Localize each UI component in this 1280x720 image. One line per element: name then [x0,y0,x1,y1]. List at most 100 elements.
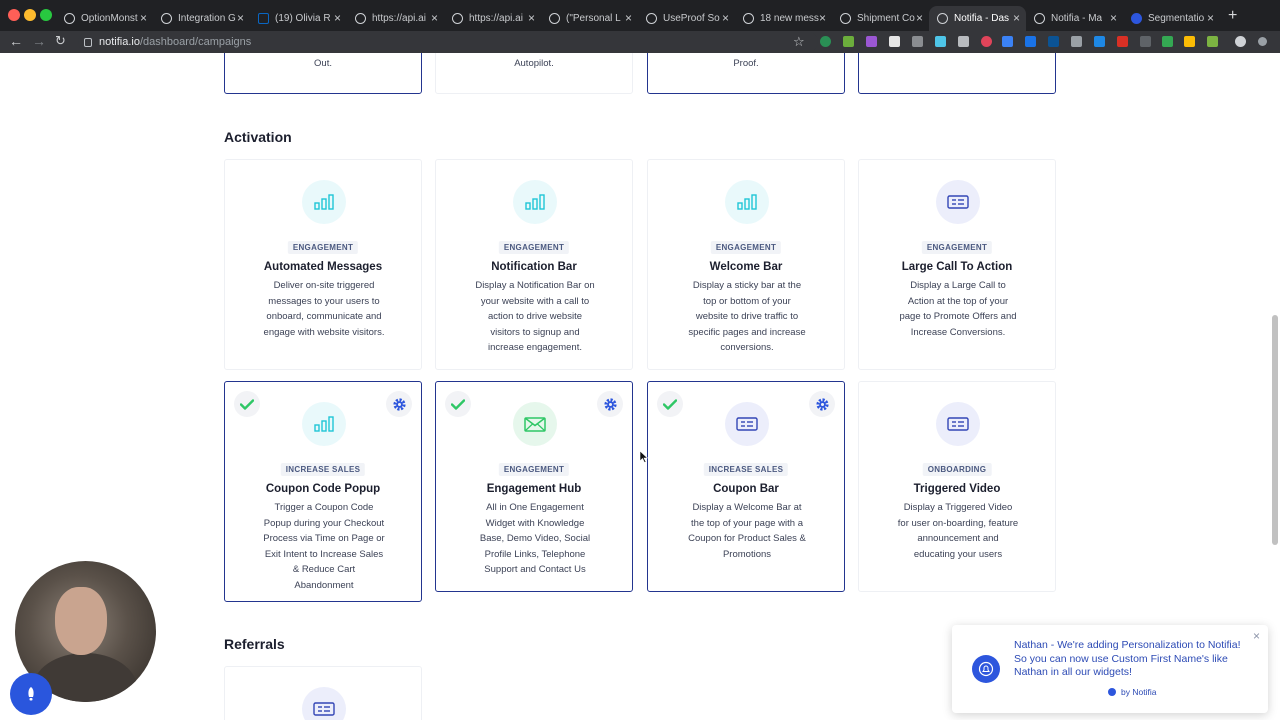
campaign-card-triggered-video[interactable]: ONBOARDING Triggered Video Display a Tri… [858,381,1056,592]
browser-tab[interactable]: UseProof So × [638,6,735,31]
extension-icon[interactable] [912,36,923,47]
card-description: 7 days to leverage Social Proof. [733,57,759,69]
card-description: Display a Triggered Video for user on-bo… [897,502,1019,560]
tab-close-icon[interactable]: × [334,11,341,25]
tab-favicon-icon [1131,13,1142,24]
browser-tab[interactable]: Notifia - Ma × [1026,6,1123,31]
reload-icon[interactable]: ↻ [55,33,66,49]
tab-close-icon[interactable]: × [1207,11,1214,25]
close-window-button[interactable] [8,9,20,21]
campaign-card-automated-messages[interactable]: ENGAGEMENT Automated Messages Deliver on… [224,159,422,370]
extension-icon[interactable] [1162,36,1173,47]
tab-close-icon[interactable]: × [625,11,632,25]
chat-launcher-button[interactable] [10,673,52,715]
browser-tab-active[interactable]: Notifia - Das × [929,6,1026,31]
extension-icon[interactable] [1002,36,1013,47]
browser-tab[interactable]: (19) Olivia R × [250,6,347,31]
extension-icon[interactable] [981,36,992,47]
browser-tab-bar: OptionMonst × Integration G × (19) Olivia … [0,0,1280,31]
tab-close-icon[interactable]: × [916,11,923,25]
browser-tab[interactable]: https://api.ai × [444,6,541,31]
tab-favicon-icon [64,13,75,24]
tab-close-icon[interactable]: × [140,11,147,25]
tab-close-icon[interactable]: × [431,11,438,25]
menu-kebab-icon[interactable] [1258,37,1267,46]
tab-close-icon[interactable]: × [1110,11,1117,25]
browser-tab[interactable]: ("Personal L × [541,6,638,31]
tab-favicon-icon [937,13,948,24]
extension-icon[interactable] [1184,36,1195,47]
campaign-card-engagement-hub[interactable]: ENGAGEMENT Engagement Hub All in One Eng… [435,381,633,592]
gear-icon[interactable] [386,391,412,417]
campaign-card-coupon-code-popup[interactable]: INCREASE SALES Coupon Code Popup Trigger… [224,381,422,602]
minimize-window-button[interactable] [24,9,36,21]
campaign-card[interactable] [858,53,1056,94]
card-description: Display a Large Call to Action at the to… [899,280,1017,338]
gear-icon[interactable] [597,391,623,417]
category-badge: ENGAGEMENT [498,463,570,476]
section-title-referrals: Referrals [224,636,285,652]
tab-favicon-icon [549,13,560,24]
extension-icon[interactable] [866,36,877,47]
extension-icon[interactable] [1117,36,1128,47]
campaign-card[interactable]: grow your email list on Autopilot. [435,53,633,94]
campaign-card-referral[interactable] [224,666,422,720]
category-badge: ENGAGEMENT [710,241,782,254]
tab-close-icon[interactable]: × [1013,11,1020,25]
campaign-card[interactable]: leverage the Fear of Missing Out. [224,53,422,94]
tab-favicon-icon [743,13,754,24]
extension-icon[interactable] [958,36,969,47]
category-badge: ENGAGEMENT [921,241,993,254]
browser-tab[interactable]: Shipment Co × [832,6,929,31]
extension-icon[interactable] [1207,36,1218,47]
tab-favicon-icon [452,13,463,24]
forward-icon[interactable]: → [32,33,46,49]
card-description: Deliver on-site triggered messages to yo… [263,280,385,338]
browser-tab[interactable]: Segmentatio × [1123,6,1220,31]
maximize-window-button[interactable] [40,9,52,21]
extension-icon[interactable] [1094,36,1105,47]
address-bar[interactable]: notifia.io/dashboard/campaigns [78,32,818,52]
bar-chart-icon [725,180,769,224]
campaign-card-welcome-bar[interactable]: ENGAGEMENT Welcome Bar Display a sticky … [647,159,845,370]
campaigns-page: leverage the Fear of Missing Out. grow y… [0,53,1280,720]
browser-tab[interactable]: 18 new mess × [735,6,832,31]
tab-favicon-icon [161,13,172,24]
extension-icon[interactable] [1140,36,1151,47]
bell-icon [972,655,1000,683]
extension-icon[interactable] [843,36,854,47]
card-description: Display a Welcome Bar at the top of your… [688,502,806,560]
notification-toast[interactable]: Nathan - We're adding Personalization to… [952,625,1268,713]
browser-tab[interactable]: https://api.ai × [347,6,444,31]
page-scrollbar[interactable] [1272,315,1278,545]
extension-icon[interactable] [1048,36,1059,47]
extension-icon[interactable] [820,36,831,47]
tab-close-icon[interactable]: × [819,11,826,25]
card-title: Engagement Hub [486,483,582,495]
bar-chart-icon [302,402,346,446]
tab-close-icon[interactable]: × [722,11,729,25]
mouse-cursor-icon [640,451,648,463]
browser-tab[interactable]: Integration G × [153,6,250,31]
card-description: Display a Notification Bar on your websi… [475,280,595,353]
extension-icon[interactable] [935,36,946,47]
campaign-card-large-call-to-action[interactable]: ENGAGEMENT Large Call To Action Display … [858,159,1056,370]
close-icon[interactable]: × [1253,629,1260,643]
bookmark-star-icon[interactable]: ☆ [793,34,805,50]
gear-icon[interactable] [809,391,835,417]
tab-close-icon[interactable]: × [528,11,535,25]
new-tab-button[interactable]: + [1228,7,1237,25]
campaign-card[interactable]: 7 days to leverage Social Proof. [647,53,845,94]
extension-icon[interactable] [1071,36,1082,47]
browser-tab[interactable]: OptionMonst × [56,6,153,31]
back-icon[interactable]: ← [9,33,23,49]
toast-attribution[interactable]: by Notifia [1108,687,1156,697]
extension-icon[interactable] [1025,36,1036,47]
tab-close-icon[interactable]: × [237,11,244,25]
extension-icon[interactable] [889,36,900,47]
verified-icon [1108,688,1116,696]
campaign-card-coupon-bar[interactable]: INCREASE SALES Coupon Bar Display a Welc… [647,381,845,592]
tab-favicon-icon [646,13,657,24]
campaign-card-notification-bar[interactable]: ENGAGEMENT Notification Bar Display a No… [435,159,633,370]
profile-avatar-icon[interactable] [1235,36,1246,47]
